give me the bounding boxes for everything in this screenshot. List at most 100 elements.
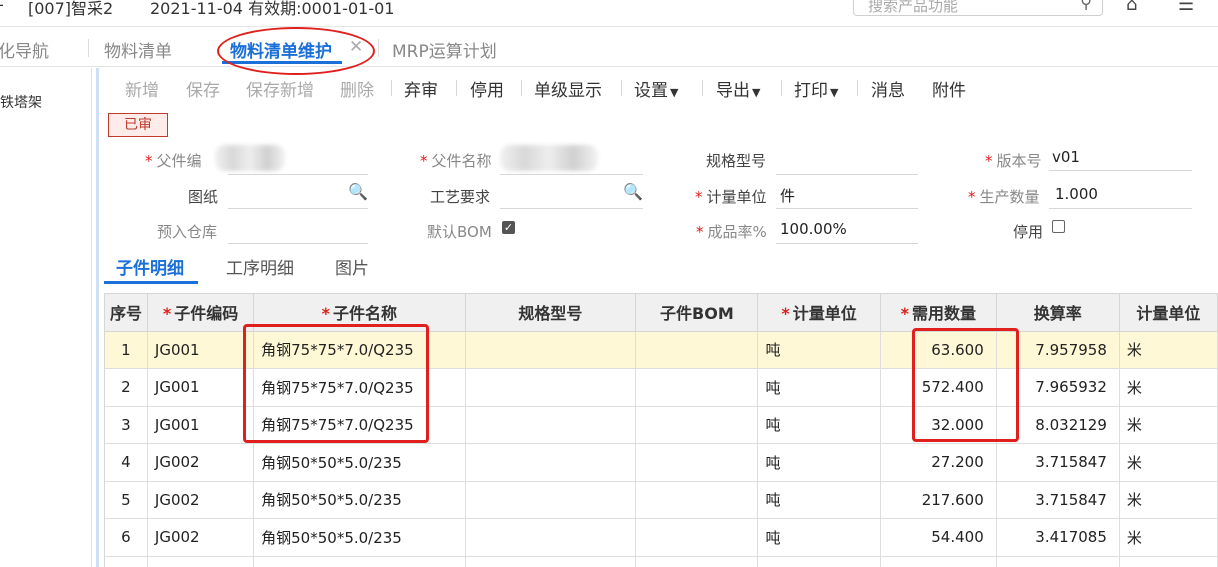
version-field[interactable]: v01 — [1052, 148, 1080, 166]
cell-name[interactable]: 角钢50*50*5.0/235 — [253, 443, 466, 482]
cell-spec[interactable] — [465, 331, 637, 369]
yield-field[interactable]: 100.00% — [780, 220, 847, 238]
cell-unit[interactable]: 吨 — [757, 443, 881, 482]
cell-qty[interactable]: 572.400 — [880, 368, 997, 407]
cell-unit[interactable]: 吨 — [757, 368, 881, 407]
cell-code[interactable]: JG001 — [147, 406, 255, 444]
table-row[interactable]: 5 JG002 角钢50*50*5.0/235 吨 217.600 3.7158… — [105, 481, 1218, 519]
cell-spec[interactable] — [465, 481, 637, 519]
cell-bom[interactable] — [635, 443, 759, 482]
tab-mrp-plan[interactable]: MRP运算计划 — [392, 37, 497, 62]
cell-bom[interactable] — [635, 368, 759, 407]
cell-bom[interactable] — [635, 406, 759, 444]
col-header-bom[interactable]: 子件BOM — [635, 294, 759, 332]
disabled-checkbox[interactable] — [1052, 220, 1065, 233]
abandon-audit-button[interactable]: 弃审 — [404, 76, 438, 101]
export-button[interactable]: 导出 ▼ — [716, 76, 760, 101]
cell-bom[interactable] — [635, 518, 759, 557]
account-name[interactable]: [007]智采2 — [28, 0, 113, 19]
cell-spec[interactable] — [465, 518, 637, 557]
delete-button[interactable]: 删除 — [340, 76, 374, 101]
cell-qty[interactable]: 217.600 — [880, 481, 997, 519]
print-button[interactable]: 打印 ▼ — [794, 76, 838, 101]
cell-unit[interactable]: 吨 — [757, 481, 881, 519]
table-row[interactable]: 2 JG001 角钢75*75*7.0/Q235 吨 572.400 7.965… — [105, 368, 1218, 407]
parent-code-field[interactable] — [228, 174, 368, 175]
settings-button[interactable]: 设置 ▼ — [634, 76, 678, 101]
cell-code[interactable]: JG001 — [147, 331, 255, 369]
attachment-button[interactable]: 附件 — [932, 76, 966, 101]
search-box[interactable]: 搜索产品功能 ⚲ — [853, 0, 1103, 16]
table-row[interactable]: 4 JG002 角钢50*50*5.0/235 吨 27.200 3.71584… — [105, 443, 1218, 482]
tab-images[interactable]: 图片 — [335, 254, 369, 279]
cell-bom[interactable] — [635, 331, 759, 369]
default-bom-checkbox[interactable]: ✓ — [502, 221, 515, 234]
single-level-button[interactable]: 单级显示 — [534, 76, 602, 101]
table-row[interactable] — [105, 556, 1218, 567]
tab-process-details[interactable]: 工序明细 — [226, 254, 294, 279]
cell-rate[interactable]: 3.715847 — [996, 481, 1120, 519]
cell-unit2[interactable]: 米 — [1119, 406, 1218, 444]
cell-bom[interactable] — [635, 481, 759, 519]
tab-child-details[interactable]: 子件明细 — [116, 254, 184, 279]
cell-name[interactable]: 角钢75*75*7.0/Q235 — [253, 406, 466, 444]
col-header-no[interactable]: 序号 — [105, 294, 148, 332]
cell-name[interactable]: 角钢50*50*5.0/235 — [253, 518, 466, 557]
col-header-rate[interactable]: 换算率 — [996, 294, 1120, 332]
menu-list-icon[interactable]: ☰ — [1178, 0, 1194, 15]
cell-code[interactable]: JG002 — [147, 443, 255, 482]
parent-name-field[interactable] — [500, 174, 643, 175]
col-header-name[interactable]: * 子件名称 — [253, 294, 466, 332]
drawing-lookup-icon[interactable]: 🔍 — [348, 182, 368, 201]
cell-unit[interactable]: 吨 — [757, 406, 881, 444]
cell-qty[interactable]: 27.200 — [880, 443, 997, 482]
col-header-unit[interactable]: * 计量单位 — [757, 294, 881, 332]
col-header-spec[interactable]: 规格型号 — [465, 294, 637, 332]
search-input[interactable]: 搜索产品功能 — [868, 0, 958, 16]
cell-spec[interactable] — [465, 406, 637, 444]
cell-name[interactable]: 角钢50*50*5.0/235 — [253, 481, 466, 519]
table-row[interactable]: 3 JG001 角钢75*75*7.0/Q235 吨 32.000 8.0321… — [105, 406, 1218, 444]
tab-bom-list[interactable]: 物料清单 — [104, 37, 172, 62]
cell-rate[interactable]: 7.957958 — [996, 331, 1120, 369]
process-field[interactable] — [500, 208, 643, 209]
cell-code[interactable]: JG002 — [147, 481, 255, 519]
cell-spec[interactable] — [465, 443, 637, 482]
cell-qty[interactable]: 32.000 — [880, 406, 997, 444]
cell-rate[interactable]: 3.417085 — [996, 518, 1120, 557]
search-icon[interactable]: ⚲ — [1080, 0, 1092, 12]
col-header-unit2[interactable]: 计量单位 — [1119, 294, 1218, 332]
cell-spec[interactable] — [465, 368, 637, 407]
new-button[interactable]: 新增 — [125, 76, 159, 101]
cell-code[interactable]: JG002 — [147, 518, 255, 557]
table-row[interactable]: 6 JG002 角钢50*50*5.0/235 吨 54.400 3.41708… — [105, 518, 1218, 557]
tab-navigation[interactable]: 化导航 — [0, 37, 49, 62]
home-icon[interactable]: ⌂ — [1126, 0, 1137, 15]
save-button[interactable]: 保存 — [186, 76, 220, 101]
drawing-field[interactable] — [228, 208, 368, 209]
cell-unit2[interactable]: 米 — [1119, 443, 1218, 482]
cell-unit2[interactable]: 米 — [1119, 331, 1218, 369]
cell-qty[interactable]: 63.600 — [880, 331, 997, 369]
cell-unit[interactable]: 吨 — [757, 331, 881, 369]
cell-rate[interactable]: 3.715847 — [996, 443, 1120, 482]
col-header-qty[interactable]: * 需用数量 — [880, 294, 997, 332]
process-lookup-icon[interactable]: 🔍 — [623, 182, 643, 201]
cell-code[interactable]: JG001 — [147, 368, 255, 407]
cell-rate[interactable]: 7.965932 — [996, 368, 1120, 407]
message-button[interactable]: 消息 — [871, 76, 905, 101]
col-header-code[interactable]: * 子件编码 — [147, 294, 255, 332]
prod-qty-field[interactable]: 1.000 — [1055, 185, 1098, 203]
unit-field[interactable]: 件 — [780, 185, 795, 206]
cell-qty[interactable]: 54.400 — [880, 518, 997, 557]
warehouse-field[interactable] — [228, 243, 368, 244]
cell-name[interactable]: 角钢75*75*7.0/Q235 — [253, 368, 466, 407]
cell-unit[interactable]: 吨 — [757, 518, 881, 557]
cell-unit2[interactable]: 米 — [1119, 368, 1218, 407]
table-row[interactable]: 1 JG001 角钢75*75*7.0/Q235 吨 63.600 7.9579… — [105, 331, 1218, 369]
disable-button[interactable]: 停用 — [470, 76, 504, 101]
save-new-button[interactable]: 保存新增 — [246, 76, 314, 101]
nav-item-tower[interactable]: 铁塔架 — [0, 92, 42, 112]
cell-name[interactable]: 角钢75*75*7.0/Q235 — [253, 331, 466, 369]
cell-unit2[interactable]: 米 — [1119, 518, 1218, 557]
